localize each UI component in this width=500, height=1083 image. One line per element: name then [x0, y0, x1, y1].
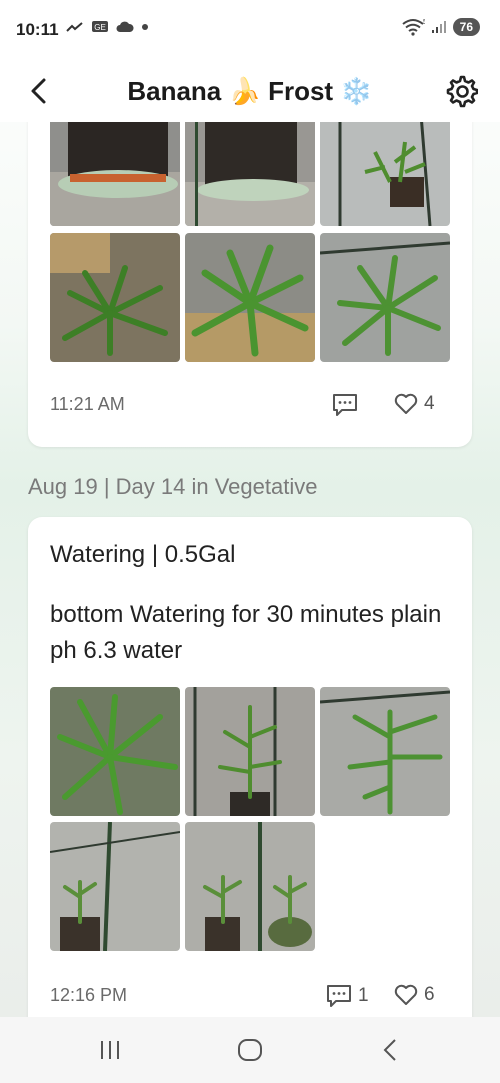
- post-photo[interactable]: [50, 122, 180, 226]
- comment-button[interactable]: 1: [326, 984, 369, 1008]
- gear-icon[interactable]: [444, 74, 478, 108]
- like-count: 6: [424, 984, 435, 1005]
- status-bar: 10:11 GE 5 76: [0, 0, 500, 60]
- ge-icon: GE: [92, 21, 108, 32]
- post-photo[interactable]: [185, 122, 315, 226]
- post-card: 11:21 AM 4: [28, 122, 472, 447]
- post-title: Watering | 0.5Gal: [50, 541, 236, 568]
- post-photo[interactable]: [185, 822, 315, 951]
- app-header: Banana 🍌 Frost ❄️: [0, 60, 500, 122]
- signal-icon: [431, 21, 446, 33]
- like-count: 4: [424, 393, 435, 414]
- post-photo[interactable]: [185, 233, 315, 362]
- recent-apps-icon[interactable]: [98, 1039, 122, 1061]
- status-notification-icons: GE: [66, 20, 149, 33]
- comment-button[interactable]: [332, 393, 358, 417]
- status-system-icons: 5 76: [401, 18, 480, 36]
- feed[interactable]: 11:21 AM 4 Aug 19 | Day 14 in Vegetative…: [0, 122, 500, 1017]
- comment-icon: [333, 394, 357, 416]
- post-photo[interactable]: [185, 687, 315, 816]
- heart-icon: [394, 393, 418, 414]
- cloud-icon: [116, 21, 134, 32]
- post-timestamp: 12:16 PM: [50, 985, 128, 1005]
- post-timestamp: 11:21 AM: [50, 394, 125, 414]
- status-time: 10:11: [16, 20, 59, 39]
- post-photo[interactable]: [50, 822, 180, 951]
- heart-icon: [394, 984, 418, 1005]
- day-section-label: Aug 19 | Day 14 in Vegetative: [28, 474, 318, 499]
- post-photo[interactable]: [50, 687, 180, 816]
- post-photo[interactable]: [50, 233, 180, 362]
- post-card: Watering | 0.5Gal bottom Watering for 30…: [28, 517, 472, 1017]
- battery-indicator: 76: [452, 18, 480, 36]
- dot-icon: [142, 23, 148, 30]
- post-photo[interactable]: [320, 122, 450, 226]
- back-icon[interactable]: [380, 1038, 400, 1062]
- post-photo[interactable]: [320, 687, 450, 816]
- post-photo[interactable]: [320, 233, 450, 362]
- like-button[interactable]: 4: [394, 393, 435, 415]
- page-title: Banana 🍌 Frost ❄️: [127, 76, 373, 106]
- system-nav-bar: [0, 1017, 500, 1083]
- comment-icon: [327, 985, 351, 1007]
- svg-text:5: 5: [423, 19, 425, 26]
- post-body: bottom Watering for 30 minutes plain ph …: [50, 601, 442, 664]
- trend-icon: [66, 21, 83, 32]
- like-button[interactable]: 6: [394, 984, 435, 1006]
- svg-text:GE: GE: [94, 23, 106, 32]
- wifi-icon: 5: [402, 19, 425, 36]
- home-icon[interactable]: [237, 1038, 263, 1062]
- comment-count: 1: [358, 985, 369, 1006]
